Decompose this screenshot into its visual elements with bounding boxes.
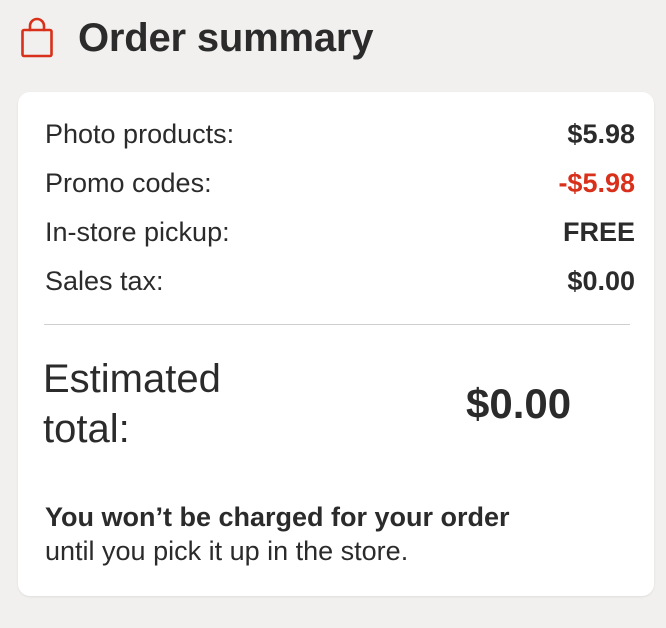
order-summary-card: Photo products: $5.98 Promo codes: -$5.9… bbox=[18, 92, 654, 596]
in-store-pickup-value: FREE bbox=[562, 217, 635, 247]
in-store-pickup-label: In-store pickup: bbox=[45, 217, 230, 247]
summary-row-photo-products: Photo products: $5.98 bbox=[45, 117, 635, 151]
page-title: Order summary bbox=[78, 16, 374, 60]
sales-tax-value: $0.00 bbox=[567, 266, 635, 296]
photo-products-value: $5.98 bbox=[567, 119, 635, 149]
order-summary-header: Order summary bbox=[0, 0, 666, 84]
promo-codes-label: Promo codes: bbox=[45, 168, 212, 198]
charge-note: You won’t be charged for your order unti… bbox=[45, 500, 635, 568]
charge-note-strong: You won’t be charged for your order bbox=[45, 502, 510, 532]
charge-note-rest: until you pick it up in the store. bbox=[45, 536, 409, 566]
summary-row-sales-tax: Sales tax: $0.00 bbox=[45, 264, 635, 298]
summary-divider bbox=[44, 324, 630, 325]
sales-tax-label: Sales tax: bbox=[45, 266, 164, 296]
summary-row-promo-codes: Promo codes: -$5.98 bbox=[45, 166, 635, 200]
promo-codes-value: -$5.98 bbox=[558, 168, 635, 198]
estimated-total-label: Estimated total: bbox=[43, 357, 221, 451]
summary-row-in-store-pickup: In-store pickup: FREE bbox=[45, 215, 635, 249]
estimated-total-value: $0.00 bbox=[466, 380, 572, 427]
shopping-bag-icon bbox=[21, 17, 53, 58]
photo-products-label: Photo products: bbox=[45, 119, 235, 149]
